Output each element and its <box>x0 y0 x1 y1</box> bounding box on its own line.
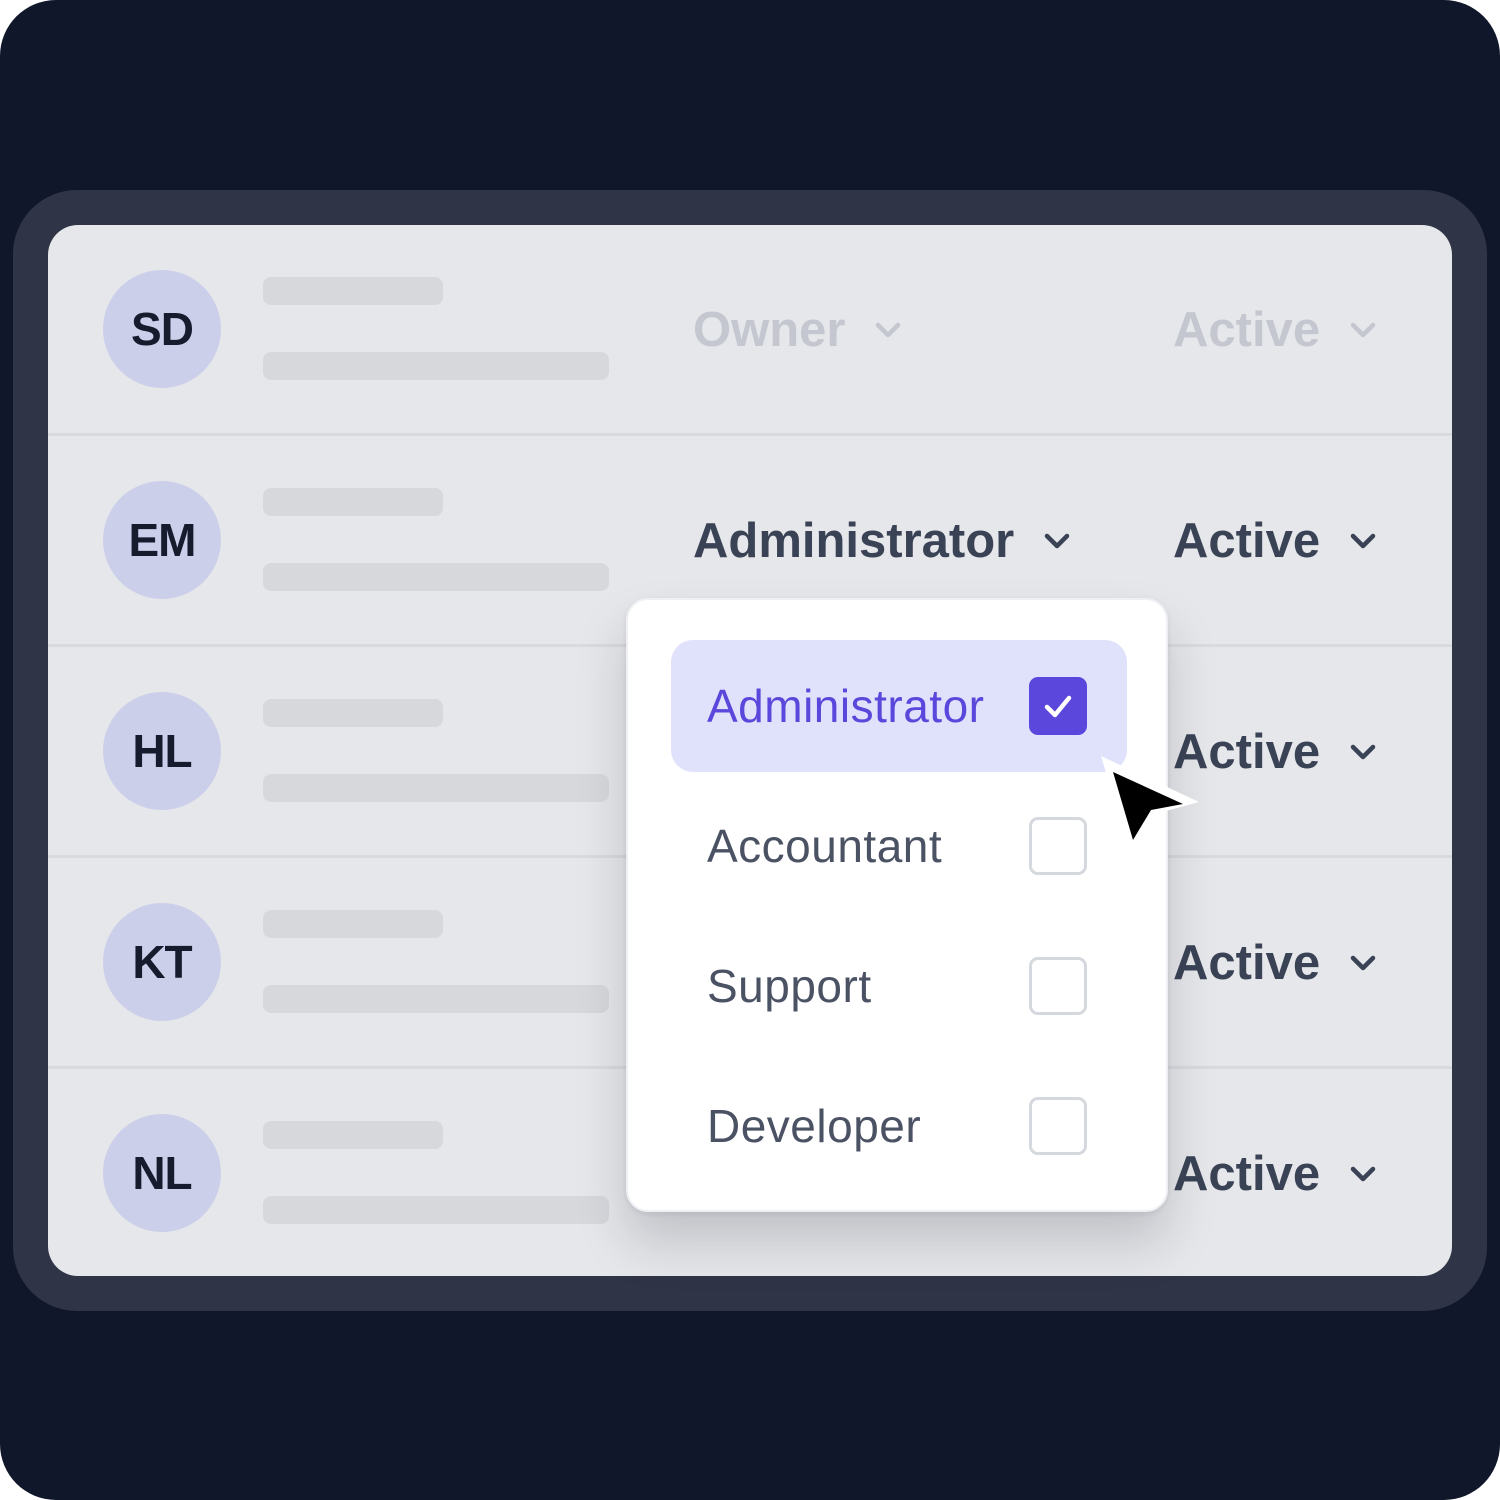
status-dropdown[interactable]: Active <box>1173 297 1380 363</box>
status-dropdown[interactable]: Active <box>1173 1141 1380 1207</box>
role-option-support[interactable]: Support <box>671 920 1127 1052</box>
status-dropdown[interactable]: Active <box>1173 930 1380 996</box>
checkbox[interactable] <box>1029 957 1087 1015</box>
chevron-down-icon <box>1346 1157 1380 1191</box>
avatar: EM <box>103 481 221 599</box>
chevron-down-icon <box>871 313 905 347</box>
avatar: NL <box>103 1114 221 1232</box>
app-background: SD Owner Active EM Administrator Active … <box>0 0 1500 1500</box>
status-label: Active <box>1173 514 1321 568</box>
check-icon <box>1044 695 1072 718</box>
email-placeholder <box>263 563 609 591</box>
role-option-accountant[interactable]: Accountant <box>671 780 1127 912</box>
role-option-developer[interactable]: Developer <box>671 1060 1127 1192</box>
role-dropdown-menu: Administrator Accountant Support Develop… <box>626 598 1168 1212</box>
table-row: SD Owner Active <box>48 225 1452 436</box>
option-label: Developer <box>707 1100 922 1152</box>
chevron-down-icon <box>1346 735 1380 769</box>
chevron-down-icon <box>1346 946 1380 980</box>
role-label: Owner <box>693 303 846 357</box>
name-placeholder <box>263 699 443 727</box>
avatar: SD <box>103 270 221 388</box>
status-label: Active <box>1173 303 1321 357</box>
role-option-administrator[interactable]: Administrator <box>671 640 1127 772</box>
checkbox[interactable] <box>1029 1097 1087 1155</box>
option-label: Accountant <box>707 820 943 872</box>
avatar: HL <box>103 692 221 810</box>
email-placeholder <box>263 1196 609 1224</box>
email-placeholder <box>263 774 609 802</box>
status-dropdown[interactable]: Active <box>1173 508 1380 574</box>
role-dropdown[interactable]: Administrator <box>693 508 1074 574</box>
option-label: Administrator <box>707 680 985 732</box>
email-placeholder <box>263 352 609 380</box>
role-dropdown[interactable]: Owner <box>693 297 905 363</box>
mouse-pointer-icon <box>1101 756 1199 856</box>
role-label: Administrator <box>693 514 1015 568</box>
email-placeholder <box>263 985 609 1013</box>
status-label: Active <box>1173 1147 1321 1201</box>
checkbox-checked[interactable] <box>1029 677 1087 735</box>
checkbox[interactable] <box>1029 817 1087 875</box>
avatar: KT <box>103 903 221 1021</box>
option-label: Support <box>707 960 872 1012</box>
chevron-down-icon <box>1346 313 1380 347</box>
name-placeholder <box>263 910 443 938</box>
name-placeholder <box>263 488 443 516</box>
chevron-down-icon <box>1346 524 1380 558</box>
chevron-down-icon <box>1040 524 1074 558</box>
status-label: Active <box>1173 936 1321 990</box>
name-placeholder <box>263 277 443 305</box>
name-placeholder <box>263 1121 443 1149</box>
